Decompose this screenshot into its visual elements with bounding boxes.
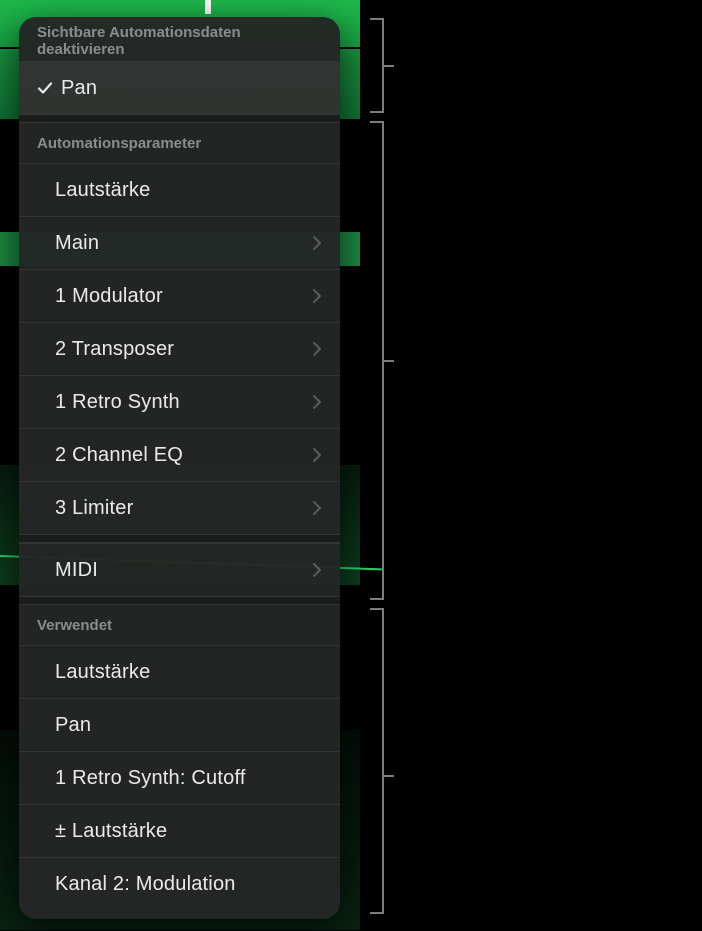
disable-visible-automation-header[interactable]: Sichtbare Automationsdaten deaktivieren (19, 21, 340, 61)
section-divider (19, 596, 340, 605)
chevron-right-icon (313, 341, 322, 357)
param-item-channel-eq[interactable]: 2 Channel EQ (19, 428, 340, 481)
item-label: 2 Transposer (37, 338, 313, 361)
param-item-volume[interactable]: Lautstärke (19, 163, 340, 216)
item-label: 1 Retro Synth (37, 391, 313, 414)
section-divider (19, 534, 340, 543)
chevron-right-icon (313, 500, 322, 516)
param-item-modulator[interactable]: 1 Modulator (19, 269, 340, 322)
item-label: 1 Modulator (37, 285, 313, 308)
callout-bracket (372, 608, 384, 914)
checkmark-icon (37, 80, 61, 96)
item-label: ± Lautstärke (37, 820, 322, 843)
chevron-right-icon (313, 235, 322, 251)
playhead-marker[interactable] (205, 0, 211, 14)
param-item-midi[interactable]: MIDI (19, 543, 340, 596)
used-item-retro-synth-cutoff[interactable]: 1 Retro Synth: Cutoff (19, 751, 340, 804)
used-item-pan[interactable]: Pan (19, 698, 340, 751)
item-label: 3 Limiter (37, 497, 313, 520)
item-label: 1 Retro Synth: Cutoff (37, 767, 322, 790)
used-parameters-header: Verwendet (19, 605, 340, 645)
used-item-relative-volume[interactable]: ± Lautstärke (19, 804, 340, 857)
param-item-main[interactable]: Main (19, 216, 340, 269)
item-label: Kanal 2: Modulation (37, 873, 322, 896)
header-label: Sichtbare Automationsdaten deaktivieren (37, 24, 322, 58)
callout-bracket (372, 18, 384, 113)
automation-parameters-header: Automationsparameter (19, 123, 340, 163)
item-label: Lautstärke (37, 661, 322, 684)
chevron-right-icon (313, 447, 322, 463)
used-item-volume[interactable]: Lautstärke (19, 645, 340, 698)
param-item-transposer[interactable]: 2 Transposer (19, 322, 340, 375)
chevron-right-icon (313, 394, 322, 410)
chevron-right-icon (313, 562, 322, 578)
item-label: Main (37, 232, 313, 255)
item-label: Pan (61, 77, 322, 100)
item-label: 2 Channel EQ (37, 444, 313, 467)
callout-bracket (372, 121, 384, 600)
item-label: Lautstärke (37, 179, 322, 202)
param-item-limiter[interactable]: 3 Limiter (19, 481, 340, 534)
section-title: Verwendet (37, 617, 112, 634)
item-label: MIDI (37, 559, 313, 582)
section-title: Automationsparameter (37, 135, 201, 152)
used-item-channel2-modulation[interactable]: Kanal 2: Modulation (19, 857, 340, 910)
chevron-right-icon (313, 288, 322, 304)
section-divider (19, 114, 340, 123)
item-label: Pan (37, 714, 322, 737)
selected-parameter-pan[interactable]: Pan (19, 61, 340, 114)
param-item-retro-synth[interactable]: 1 Retro Synth (19, 375, 340, 428)
automation-parameter-popup: Sichtbare Automationsdaten deaktivieren … (19, 17, 340, 919)
